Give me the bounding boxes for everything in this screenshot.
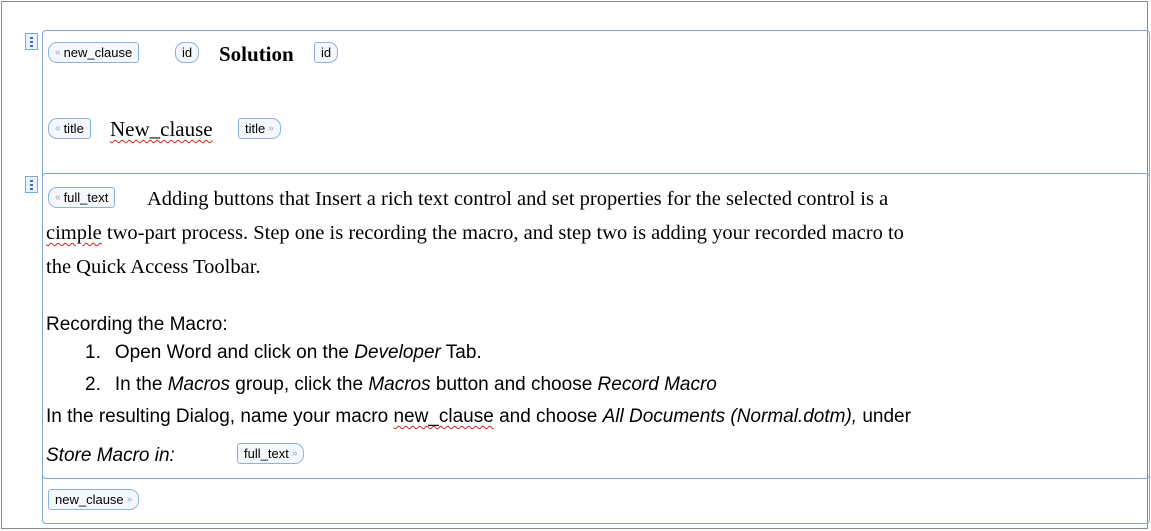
id-close-tag[interactable]: id [314, 42, 339, 63]
new-clause-drag-handle[interactable] [25, 33, 38, 50]
paragraph-line-3[interactable]: the Quick Access Toolbar. [46, 254, 261, 280]
full-text-drag-handle[interactable] [25, 176, 38, 193]
list-item-1[interactable]: 1. Open Word and click on the Developer T… [85, 342, 482, 364]
full-text-close-tag[interactable]: full_text» [237, 443, 305, 464]
misspelled-word[interactable]: cimple [46, 222, 102, 244]
list-number: 1. [85, 342, 101, 363]
id-value[interactable]: Solution [219, 42, 294, 67]
full-text-open-tag[interactable]: «full_text [48, 187, 116, 208]
new-clause-close-tag[interactable]: new_clause» [48, 489, 140, 510]
title-open-tag[interactable]: «title [48, 118, 91, 139]
new-clause-open-tag[interactable]: «new_clause [48, 42, 140, 63]
section-heading[interactable]: Recording the Macro: [46, 314, 228, 336]
store-macro-text[interactable]: Store Macro in: [46, 445, 175, 467]
macro-name[interactable]: new_clause [393, 406, 493, 427]
title-value[interactable]: New_clause [110, 117, 213, 142]
title-close-tag[interactable]: title» [238, 118, 281, 139]
paragraph-line-1[interactable]: Adding buttons that Insert a rich text c… [147, 186, 888, 212]
list-number: 2. [85, 374, 101, 395]
id-open-tag[interactable]: id [175, 42, 200, 63]
dialog-instruction[interactable]: In the resulting Dialog, name your macro… [46, 406, 911, 428]
paragraph-line-2[interactable]: cimple two-part process. Step one is rec… [46, 220, 904, 246]
list-item-2[interactable]: 2. In the Macros group, click the Macros … [85, 374, 717, 396]
